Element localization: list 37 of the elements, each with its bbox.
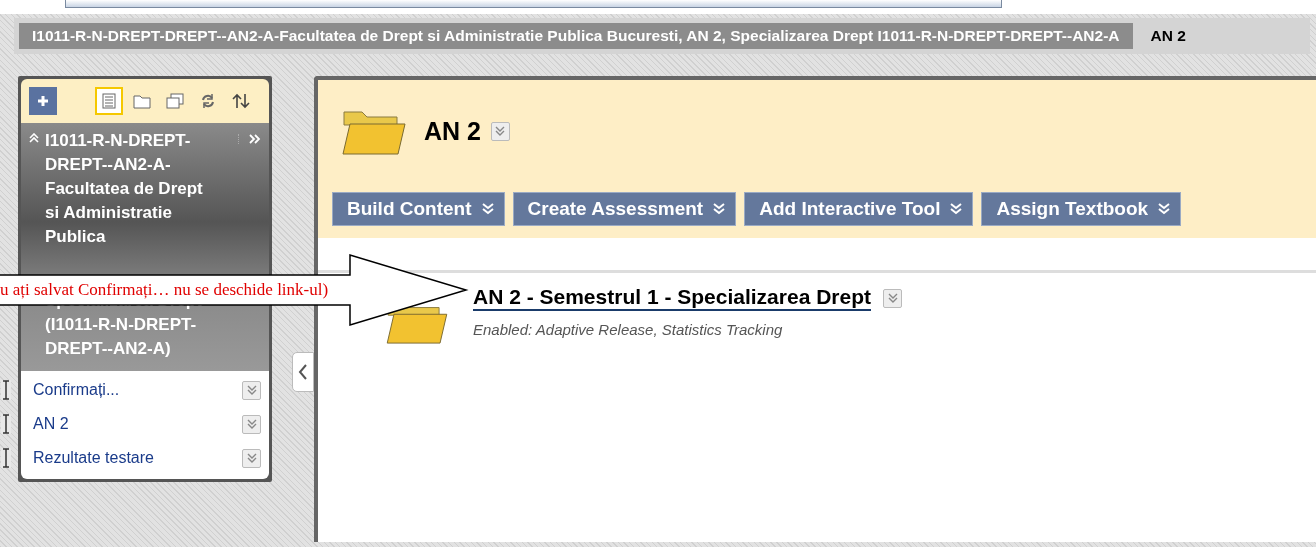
- double-chevron-icon: [246, 453, 257, 463]
- double-chevron-icon: [950, 203, 963, 215]
- item-details: Enabled: Adaptive Release, Statistics Tracking: [473, 321, 784, 338]
- double-chevron-icon: [481, 203, 494, 215]
- double-chevron-icon: [713, 203, 726, 215]
- course-title: I1011-R-N-DREPT-DREPT--AN2-A-Facultatea de Drept si Administratie Publica: [45, 130, 204, 248]
- chevron-left-icon: [298, 364, 308, 380]
- collapse-sidebar-tab[interactable]: [292, 352, 314, 392]
- double-chevron-icon: [887, 293, 898, 303]
- callout-text: u ați salvat Confirmați… nu se deschide link-ul): [0, 279, 329, 301]
- plus-icon: [37, 95, 49, 107]
- double-chevron-icon: [246, 385, 257, 395]
- list-view-icon[interactable]: [95, 87, 123, 115]
- expand-icon[interactable]: [238, 134, 261, 144]
- drag-handle-icon[interactable]: [1, 380, 11, 400]
- menu-link[interactable]: Rezultate testare: [33, 449, 242, 467]
- action-menu-button[interactable]: Build Content: [332, 192, 505, 226]
- dropdown-button[interactable]: [242, 448, 261, 468]
- drag-handle-icon[interactable]: [1, 414, 11, 434]
- page-title: AN 2: [424, 116, 481, 146]
- dropdown-button[interactable]: [242, 380, 261, 400]
- content-link[interactable]: AN 2 - Semestrul 1 - Specializarea Drept: [473, 285, 871, 311]
- dropdown-button[interactable]: [490, 121, 510, 141]
- menu-link[interactable]: Confirmați...: [33, 381, 242, 399]
- collapse-icon[interactable]: [29, 133, 39, 143]
- double-chevron-icon: [246, 419, 257, 429]
- add-button[interactable]: [29, 87, 57, 115]
- dropdown-button[interactable]: [242, 414, 261, 434]
- action-menu-button[interactable]: Assign Textbook: [981, 192, 1182, 226]
- drag-handle-icon[interactable]: [1, 448, 11, 468]
- double-chevron-icon: [1158, 203, 1171, 215]
- dropdown-button[interactable]: [883, 288, 902, 308]
- breadcrumb[interactable]: AN 2: [1132, 23, 1204, 49]
- menu-link[interactable]: AN 2: [33, 415, 242, 433]
- double-chevron-icon: [495, 126, 506, 136]
- action-menu-button[interactable]: Create Assessment: [512, 192, 737, 226]
- action-menu-button[interactable]: Add Interactive Tool: [744, 192, 974, 226]
